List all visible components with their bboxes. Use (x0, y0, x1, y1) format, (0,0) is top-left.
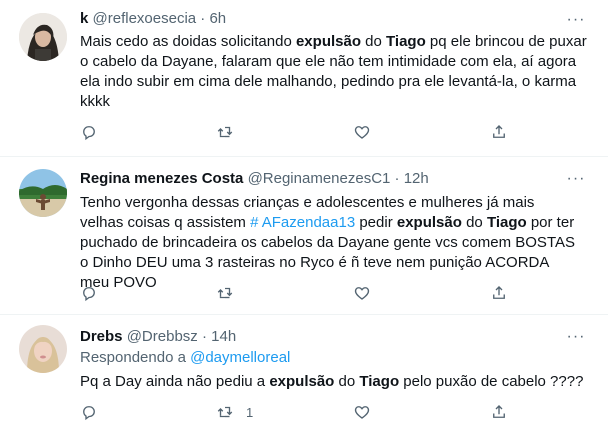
separator: · (201, 328, 207, 345)
user-handle[interactable]: @ReginamenezesC1 (248, 170, 391, 187)
reply-icon (83, 126, 95, 141)
tweet-header: k @reflexoesecia · 6h (80, 9, 568, 29)
tweet-actions (80, 283, 520, 303)
share-button[interactable] (490, 283, 508, 303)
display-name[interactable]: Regina menezes Costa (80, 170, 243, 187)
retweet-button[interactable]: 1 (216, 402, 253, 422)
user-handle[interactable]: @reflexoesecia (93, 10, 197, 27)
retweet-count: 1 (246, 404, 254, 420)
retweet-icon (217, 406, 233, 418)
reply-context: Respondendo a @daymelloreal (80, 349, 291, 366)
retweet-icon (217, 126, 233, 138)
retweet-button[interactable] (216, 283, 246, 303)
timestamp[interactable]: 14h (211, 328, 236, 345)
reply-handle-link[interactable]: @daymelloreal (190, 349, 290, 366)
more-icon[interactable]: ··· (564, 329, 588, 350)
more-icon[interactable]: ··· (564, 12, 588, 33)
share-icon (493, 125, 505, 138)
tweet-text: Mais cedo as doidas solicitando expulsão… (80, 33, 587, 110)
like-button[interactable] (353, 402, 371, 422)
more-icon[interactable]: ··· (564, 171, 588, 192)
share-button[interactable] (490, 122, 508, 142)
tweet-actions: 1 (80, 402, 520, 422)
reply-button[interactable] (80, 122, 98, 142)
hashtag-link[interactable]: # AFazendaa13 (250, 214, 355, 231)
display-name[interactable]: k (80, 10, 88, 27)
share-icon (493, 286, 505, 299)
reply-button[interactable] (80, 283, 98, 303)
heart-icon (354, 126, 370, 139)
tweet-actions (80, 122, 520, 142)
avatar[interactable] (19, 13, 67, 61)
display-name[interactable]: Drebs (80, 328, 123, 345)
like-button[interactable] (353, 283, 371, 303)
retweet-button[interactable] (216, 122, 246, 142)
tweet-3[interactable]: Drebs @Drebbsz · 14h ··· Respondendo a @… (0, 315, 608, 440)
user-handle[interactable]: @Drebbsz (127, 328, 198, 345)
tweet-header: Drebs @Drebbsz · 14h (80, 327, 568, 347)
tweet-1[interactable]: k @reflexoesecia · 6h ··· Mais cedo as d… (0, 0, 608, 157)
timestamp[interactable]: 6h (209, 10, 226, 27)
share-button[interactable] (490, 402, 508, 422)
avatar[interactable] (19, 169, 67, 217)
share-icon (493, 405, 505, 418)
reply-icon (83, 287, 95, 302)
reply-button[interactable] (80, 402, 98, 422)
like-button[interactable] (353, 122, 371, 142)
tweet-text: Tenho vergonha dessas crianças e adolesc… (80, 194, 575, 291)
heart-icon (354, 406, 370, 419)
tweet-2[interactable]: Regina menezes Costa @ReginamenezesC1 · … (0, 157, 608, 315)
reply-icon (83, 406, 95, 421)
heart-icon (354, 287, 370, 300)
retweet-icon (217, 287, 233, 299)
separator: · (394, 170, 400, 187)
avatar[interactable] (19, 325, 67, 373)
tweet-text: Pq a Day ainda não pediu a expulsão do T… (80, 373, 584, 390)
timestamp[interactable]: 12h (404, 170, 429, 187)
separator: · (200, 10, 206, 27)
tweet-header: Regina menezes Costa @ReginamenezesC1 · … (80, 169, 568, 189)
